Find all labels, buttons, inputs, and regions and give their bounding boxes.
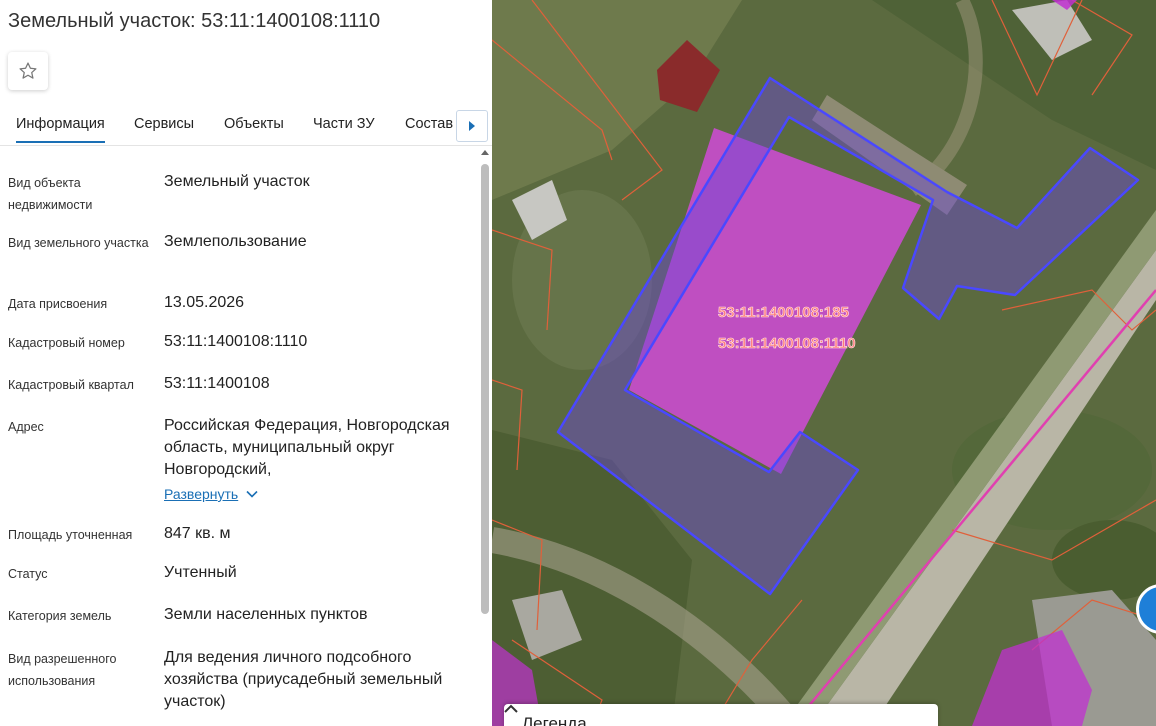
info-panel: Земельный участок: 53:11:1400108:1110 Ин… (0, 0, 492, 726)
value-permitted-use: Для ведения личного подсобного хозяйства… (164, 649, 443, 710)
value-area: 847 кв. м (164, 525, 231, 542)
tab-information[interactable]: Информация (16, 116, 105, 143)
value-assign-date: 13.05.2026 (164, 294, 245, 311)
label-object-type: Вид объекта недвижимости (8, 176, 93, 212)
tab-bar: Информация Сервисы Объекты Части ЗУ Сост… (0, 102, 492, 146)
page-title: Земельный участок: 53:11:1400108:1110 (8, 10, 381, 32)
favorite-button[interactable] (8, 52, 48, 90)
map-canvas[interactable]: 53:11:1400108:185 53:11:1400108:1110 (492, 0, 1156, 726)
tab-composition[interactable]: Состав (405, 116, 453, 132)
chevron-up-icon[interactable] (504, 704, 518, 714)
chevron-right-icon (469, 121, 475, 131)
tabs-scroll-right-button[interactable] (456, 110, 488, 142)
map-legend[interactable]: Легенда (504, 704, 938, 726)
map-view[interactable]: 53:11:1400108:185 53:11:1400108:1110 Лег… (492, 0, 1156, 726)
label-area: Площадь уточненная (8, 528, 133, 542)
scroll-thumb[interactable] (481, 164, 489, 614)
label-assign-date: Дата присвоения (8, 297, 108, 311)
tab-parts[interactable]: Части ЗУ (313, 116, 375, 132)
chevron-down-icon (246, 490, 258, 498)
value-object-type: Земельный участок (164, 173, 310, 190)
map-label-1110: 53:11:1400108:1110 (718, 335, 856, 352)
label-address: Адрес (8, 420, 44, 434)
value-parcel-type: Землепользование (164, 233, 307, 250)
tab-services[interactable]: Сервисы (134, 116, 194, 132)
map-label-185: 53:11:1400108:185 (718, 304, 849, 321)
value-cadastral-quarter: 53:11:1400108 (164, 375, 270, 392)
scroll-up-arrow[interactable] (481, 150, 489, 155)
address-expand-link[interactable]: Развернуть (164, 486, 258, 502)
legend-title: Легенда (522, 714, 587, 726)
value-land-category: Земли населенных пунктов (164, 606, 368, 623)
value-cadastral-number: 53:11:1400108:1110 (164, 333, 308, 350)
value-status: Учтенный (164, 564, 237, 581)
value-address: Российская Федерация, Новгородская облас… (164, 417, 450, 478)
label-parcel-type: Вид земельного участка (8, 236, 149, 250)
tab-objects[interactable]: Объекты (224, 116, 284, 132)
label-land-category: Категория земель (8, 609, 112, 623)
expand-link-label: Развернуть (164, 486, 239, 502)
star-icon (19, 62, 37, 79)
label-cadastral-quarter: Кадастровый квартал (8, 378, 134, 392)
label-permitted-use: Вид разрешенного использования (8, 652, 117, 688)
label-status: Статус (8, 567, 48, 581)
label-cadastral-number: Кадастровый номер (8, 336, 125, 350)
